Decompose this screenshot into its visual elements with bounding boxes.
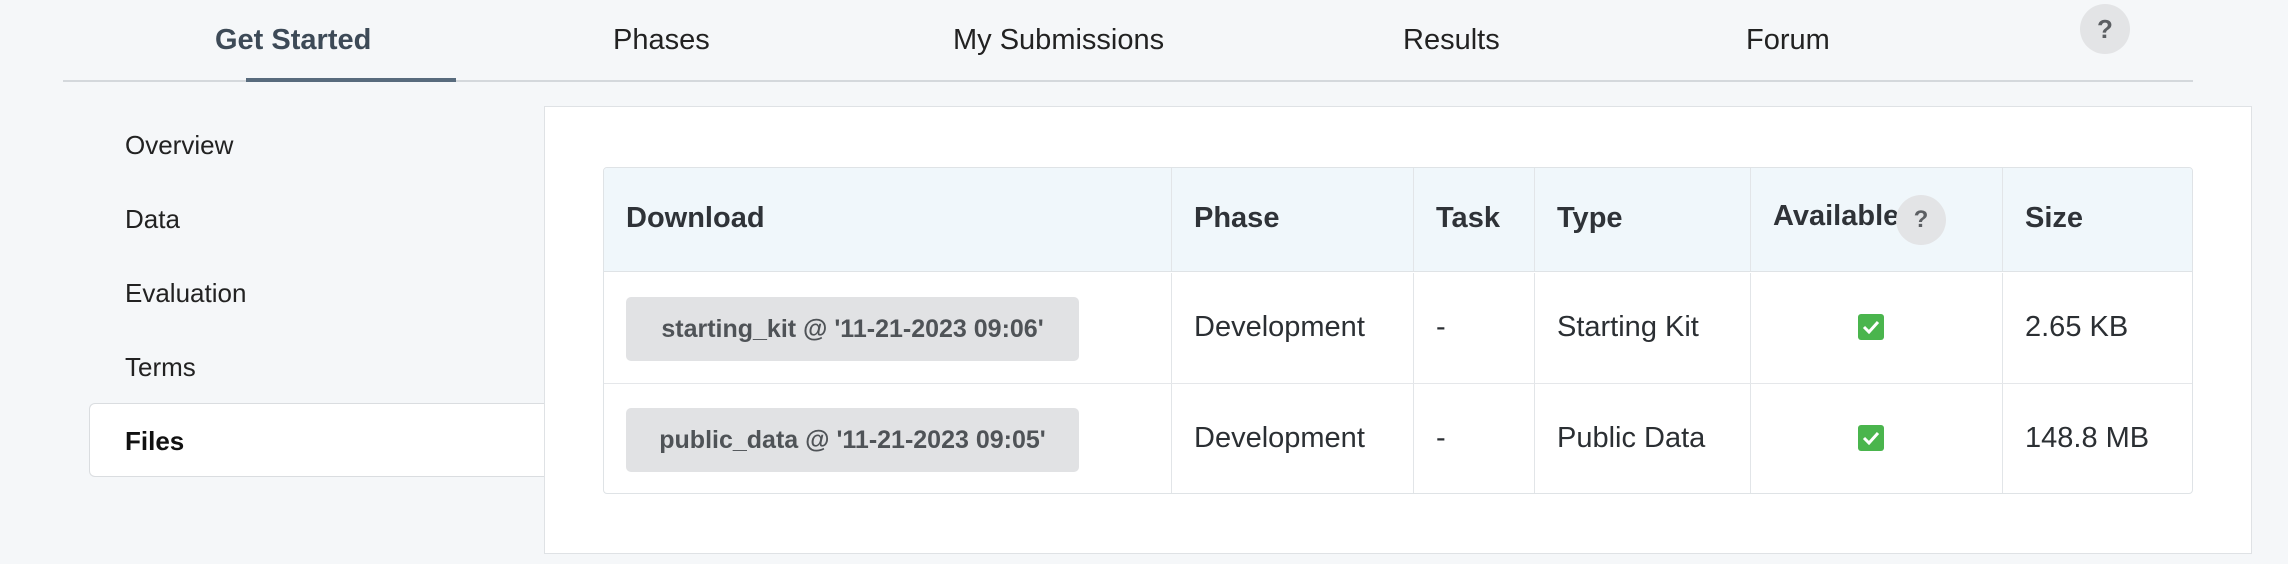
cell-task: - <box>1436 311 1446 343</box>
table-row: starting_kit @ '11-21-2023 09:06' Develo… <box>604 273 2192 384</box>
column-divider <box>1534 168 1535 271</box>
files-table: Download Phase Task Type Available ? Siz… <box>603 167 2193 494</box>
sidemenu-item-overview[interactable]: Overview <box>125 130 233 161</box>
column-divider <box>1413 384 1414 493</box>
available-check-icon <box>1858 314 1884 340</box>
table-header: Download Phase Task Type Available ? Siz… <box>604 168 2192 272</box>
download-starting-kit-button[interactable]: starting_kit @ '11-21-2023 09:06' <box>626 297 1079 361</box>
top-tab-bar: Get Started Phases My Submissions Result… <box>63 0 2193 82</box>
tab-my-submissions[interactable]: My Submissions <box>953 24 1164 57</box>
active-tab-indicator <box>246 78 456 82</box>
cell-type: Public Data <box>1557 422 1706 454</box>
header-size: Size <box>2025 202 2084 234</box>
help-icon[interactable]: ? <box>2080 4 2130 54</box>
tab-results[interactable]: Results <box>1403 24 1500 57</box>
available-check-icon <box>1858 425 1884 451</box>
column-divider <box>1750 273 1751 383</box>
tab-get-started[interactable]: Get Started <box>215 24 371 57</box>
sidemenu-item-evaluation[interactable]: Evaluation <box>125 278 246 309</box>
available-help-icon[interactable]: ? <box>1896 195 1946 245</box>
header-type: Type <box>1557 202 1623 234</box>
header-download: Download <box>626 202 765 234</box>
tab-forum[interactable]: Forum <box>1746 24 1830 57</box>
sidemenu-item-terms[interactable]: Terms <box>125 352 196 383</box>
cell-type: Starting Kit <box>1557 311 1699 343</box>
column-divider <box>1534 384 1535 493</box>
column-divider <box>2002 384 2003 493</box>
column-divider <box>1413 273 1414 383</box>
column-divider <box>1171 384 1172 493</box>
column-divider <box>1171 168 1172 271</box>
cell-size: 2.65 KB <box>2025 311 2129 343</box>
header-phase: Phase <box>1194 202 1280 234</box>
header-available: Available <box>1773 200 1900 232</box>
download-public-data-button[interactable]: public_data @ '11-21-2023 09:05' <box>626 408 1079 472</box>
cell-phase: Development <box>1194 422 1365 454</box>
column-divider <box>2002 273 2003 383</box>
column-divider <box>1750 384 1751 493</box>
tab-phases[interactable]: Phases <box>613 24 710 57</box>
column-divider <box>1413 168 1414 271</box>
table-row: public_data @ '11-21-2023 09:05' Develop… <box>604 384 2192 493</box>
cell-phase: Development <box>1194 311 1365 343</box>
sidemenu-item-files[interactable]: Files <box>89 403 549 477</box>
column-divider <box>1534 273 1535 383</box>
files-panel: Download Phase Task Type Available ? Siz… <box>544 106 2252 554</box>
header-task: Task <box>1436 202 1500 234</box>
column-divider <box>1171 273 1172 383</box>
sidemenu-item-data[interactable]: Data <box>125 204 180 235</box>
column-divider <box>2002 168 2003 271</box>
column-divider <box>1750 168 1751 271</box>
cell-task: - <box>1436 422 1446 454</box>
cell-size: 148.8 MB <box>2025 422 2150 454</box>
